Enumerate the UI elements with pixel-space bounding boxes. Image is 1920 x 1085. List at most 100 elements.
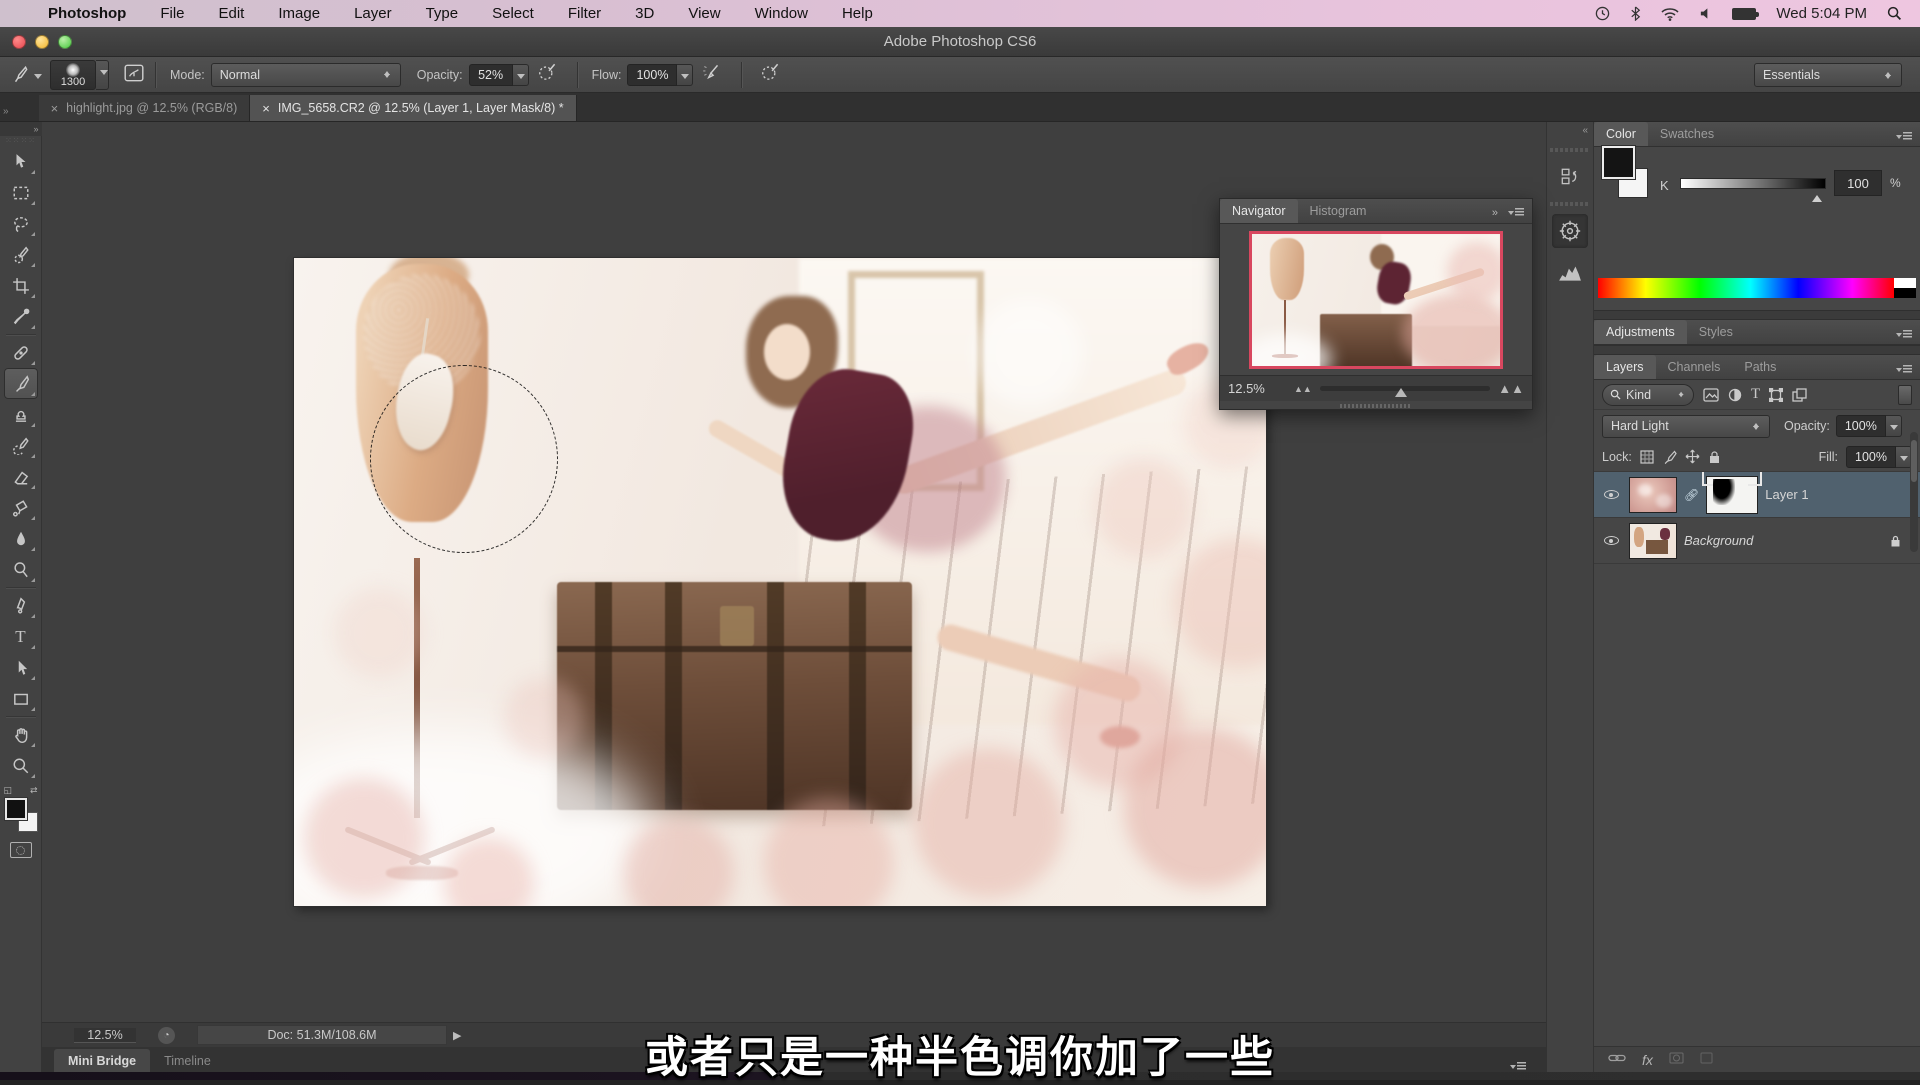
foreground-background-swatches[interactable] — [4, 798, 38, 832]
tab-adjustments[interactable]: Adjustments — [1594, 320, 1687, 344]
opacity-value[interactable]: 52% — [469, 64, 513, 86]
bluetooth-icon[interactable] — [1630, 6, 1641, 21]
lock-image-pixels-icon[interactable] — [1662, 450, 1677, 464]
quick-mask-button[interactable] — [10, 842, 32, 858]
tab-navigator[interactable]: Navigator — [1220, 199, 1298, 223]
lock-all-icon[interactable] — [1708, 450, 1721, 464]
layer-filter-kind-dropdown[interactable]: Kind — [1602, 384, 1694, 406]
foreground-color-swatch[interactable] — [1602, 146, 1635, 179]
menu-window[interactable]: Window — [755, 5, 808, 22]
layer-row-background[interactable]: Background — [1594, 518, 1920, 564]
pressure-opacity-icon[interactable] — [537, 62, 559, 87]
layer-opacity-value[interactable]: 100% — [1836, 415, 1886, 437]
tab-layers[interactable]: Layers — [1594, 355, 1656, 379]
navigator-view-box[interactable] — [1249, 231, 1503, 369]
zoom-in-icon[interactable]: ▲▲ — [1498, 381, 1524, 396]
navigator-zoom-field[interactable]: 12.5% — [1228, 381, 1286, 396]
spot-healing-brush-tool[interactable] — [4, 337, 38, 368]
shape-tool[interactable] — [4, 683, 38, 714]
panel-collapse-icon[interactable]: » — [1492, 207, 1498, 219]
layer1-thumbnail[interactable] — [1629, 477, 1677, 513]
move-tool[interactable] — [4, 146, 38, 177]
tool-preset-picker[interactable] — [10, 65, 42, 85]
menu-view[interactable]: View — [688, 5, 720, 22]
eyedropper-tool[interactable] — [4, 301, 38, 332]
dock-collapse-chevron-icon[interactable]: « — [1547, 122, 1593, 142]
gradient-tool[interactable] — [4, 492, 38, 523]
layer-visibility-icon[interactable] — [1600, 486, 1622, 504]
opacity-control[interactable]: 52% — [469, 64, 529, 86]
layer-name[interactable]: Layer 1 — [1765, 487, 1808, 502]
background-thumbnail[interactable] — [1629, 523, 1677, 559]
lasso-tool[interactable] — [4, 208, 38, 239]
panel-menu-icon[interactable] — [1896, 365, 1912, 375]
menu-help[interactable]: Help — [842, 5, 873, 22]
spotlight-icon[interactable] — [1887, 6, 1902, 21]
panel-collapse-chevron-icon[interactable]: » — [0, 106, 11, 121]
panel-scrollbar[interactable] — [1910, 432, 1918, 552]
menu-select[interactable]: Select — [492, 5, 534, 22]
flow-dropdown-arrow[interactable] — [677, 64, 693, 86]
filter-smart-object-icon[interactable] — [1792, 388, 1807, 402]
menu-image[interactable]: Image — [278, 5, 320, 22]
blur-tool[interactable] — [4, 523, 38, 554]
blend-mode-dropdown[interactable]: Normal — [211, 63, 401, 87]
panel-menu-icon[interactable] — [1896, 132, 1912, 142]
white-swatch[interactable] — [1894, 278, 1916, 288]
marquee-tool[interactable] — [4, 177, 38, 208]
default-colors-icon[interactable]: ◱ — [4, 785, 13, 796]
filter-adjustment-layers-icon[interactable] — [1728, 388, 1742, 402]
brush-preset-arrow[interactable] — [96, 60, 109, 90]
tab-paths[interactable]: Paths — [1732, 355, 1788, 379]
canvas-photo[interactable] — [294, 258, 1266, 906]
lock-transparent-pixels-icon[interactable] — [1640, 450, 1654, 464]
brush-preset-picker[interactable]: 1300 — [42, 60, 109, 90]
brush-preview[interactable]: 1300 — [50, 60, 96, 90]
layer-blend-mode-dropdown[interactable]: Hard Light — [1602, 415, 1770, 438]
filter-image-layers-icon[interactable] — [1703, 388, 1719, 402]
swap-colors-icon[interactable]: ⇄ — [30, 785, 38, 796]
tab-styles[interactable]: Styles — [1687, 320, 1745, 344]
filter-type-layers-icon[interactable]: T — [1751, 386, 1760, 403]
tab-channels[interactable]: Channels — [1656, 355, 1733, 379]
tab-swatches[interactable]: Swatches — [1648, 122, 1726, 146]
menu-type[interactable]: Type — [426, 5, 459, 22]
brush-panel-toggle-icon[interactable] — [123, 62, 145, 87]
k-value-field[interactable]: 100 — [1834, 170, 1882, 196]
dodge-tool[interactable] — [4, 554, 38, 585]
battery-icon[interactable] — [1732, 8, 1756, 20]
layer-fill-control[interactable]: 100% — [1846, 446, 1912, 468]
layer-row-layer1[interactable]: 🔗︎ Layer 1 — [1594, 472, 1920, 518]
foreground-color-swatch[interactable] — [5, 798, 27, 820]
navigator-zoom-slider[interactable] — [1320, 386, 1490, 391]
tab-histogram[interactable]: Histogram — [1298, 199, 1379, 223]
tools-collapse-chevron-icon[interactable]: » — [0, 122, 42, 136]
workspace-switcher[interactable]: Essentials — [1754, 63, 1902, 87]
doc-tab-highlight[interactable]: × highlight.jpg @ 12.5% (RGB/8) — [39, 95, 251, 121]
close-tab-icon[interactable]: × — [51, 101, 59, 116]
hand-tool[interactable] — [4, 719, 38, 750]
pen-tool[interactable] — [4, 590, 38, 621]
menu-3d[interactable]: 3D — [635, 5, 654, 22]
navigator-panel-icon[interactable] — [1552, 214, 1588, 248]
menu-filter[interactable]: Filter — [568, 5, 601, 22]
panel-menu-icon[interactable] — [1508, 208, 1524, 218]
clone-stamp-tool[interactable] — [4, 399, 38, 430]
wifi-icon[interactable] — [1661, 7, 1679, 21]
menu-edit[interactable]: Edit — [219, 5, 245, 22]
doc-tab-img5658[interactable]: × IMG_5658.CR2 @ 12.5% (Layer 1, Layer M… — [250, 95, 576, 121]
volume-muted-icon[interactable] — [1699, 7, 1712, 20]
lock-position-icon[interactable] — [1685, 449, 1700, 464]
k-slider-knob[interactable] — [1812, 190, 1822, 202]
menu-file[interactable]: File — [160, 5, 184, 22]
opacity-dropdown-arrow[interactable] — [513, 64, 529, 86]
layer-opacity-arrow[interactable] — [1886, 415, 1902, 437]
layer-name[interactable]: Background — [1684, 533, 1753, 548]
time-machine-icon[interactable] — [1595, 6, 1610, 21]
k-channel-slider[interactable] — [1680, 178, 1826, 189]
panel-resize-grip[interactable] — [1340, 404, 1410, 408]
color-spectrum-ramp[interactable] — [1598, 278, 1916, 298]
brush-tool[interactable] — [4, 368, 38, 399]
zoom-tool[interactable] — [4, 750, 38, 781]
layer-visibility-icon[interactable] — [1600, 532, 1622, 550]
